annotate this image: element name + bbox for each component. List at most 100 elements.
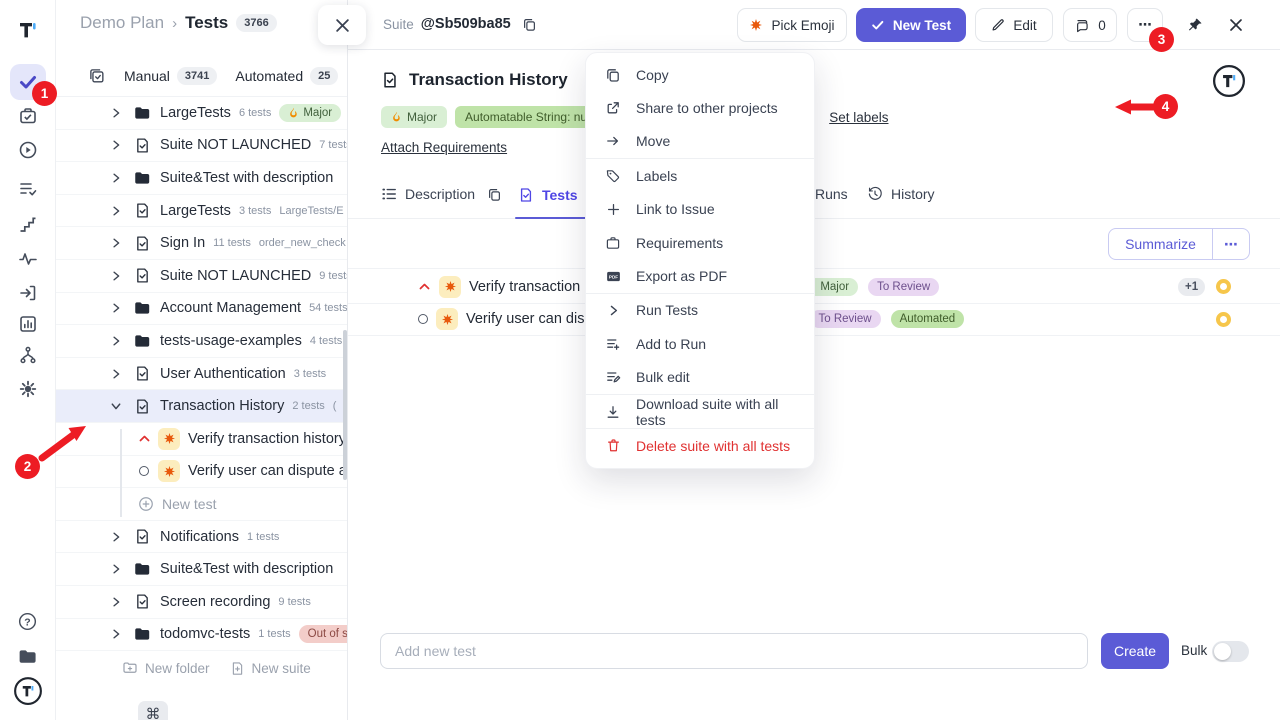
copy-suite-id-icon[interactable]	[522, 17, 537, 32]
suite-doc-icon	[132, 528, 152, 545]
label-major[interactable]: Major	[381, 106, 447, 128]
tree-item-todomvc-tests[interactable]: todomvc-tests 1 tests Out of scope	[56, 619, 348, 652]
tree-item-account-management[interactable]: Account Management 54 tests	[56, 293, 348, 326]
tab-automated[interactable]: Automated 25	[235, 67, 338, 85]
new-test-label: New test	[162, 496, 216, 512]
label-automatable[interactable]: Automatable String: null	[455, 106, 602, 128]
sidebar-scrollbar[interactable]	[343, 330, 347, 480]
menu-item-share[interactable]: Share to other projects	[586, 91, 814, 124]
tab-history[interactable]: History	[867, 186, 935, 202]
menu-item-link-to-issue[interactable]: Link to Issue	[586, 193, 814, 226]
close-panel-button[interactable]	[1222, 8, 1250, 42]
summarize-button[interactable]: Summarize	[1109, 229, 1213, 259]
chevron-right-icon[interactable]	[108, 270, 124, 282]
tree-item-notifications[interactable]: Notifications 1 tests	[56, 521, 348, 554]
tree-item-suite-not-launched-2[interactable]: Suite NOT LAUNCHED 9 tests	[56, 260, 348, 293]
tree-item-suite-test-description-2[interactable]: Suite&Test with description	[56, 553, 348, 586]
rail-steps-icon[interactable]	[10, 206, 46, 242]
rail-results-icon[interactable]	[10, 171, 46, 207]
attach-requirements-link[interactable]: Attach Requirements	[381, 140, 507, 155]
tab-manual[interactable]: Manual 3741	[124, 67, 217, 85]
chevron-right-icon[interactable]	[108, 237, 124, 249]
chevron-right-icon[interactable]	[108, 368, 124, 380]
pick-emoji-button[interactable]: Pick Emoji	[737, 8, 847, 42]
menu-item-run-tests[interactable]: Run Tests	[586, 294, 814, 327]
new-suite-button[interactable]: New suite	[230, 661, 311, 676]
sidebar-close-button[interactable]	[318, 5, 366, 45]
menu-item-bulk-edit[interactable]: Bulk edit	[586, 361, 814, 394]
doc-check-icon	[518, 187, 534, 203]
bulk-toggle[interactable]	[1212, 641, 1249, 662]
add-new-test-input[interactable]	[380, 633, 1088, 669]
comments-button[interactable]: 0	[1063, 8, 1117, 42]
new-test-item[interactable]: New test	[56, 488, 348, 521]
tree-item-path: order_new_check	[259, 237, 346, 249]
create-button[interactable]: Create	[1101, 633, 1169, 669]
tree-test-verify-history[interactable]: Verify transaction history updates in re…	[56, 423, 348, 456]
menu-item-copy[interactable]: Copy	[586, 58, 814, 91]
account-logo-icon[interactable]	[10, 673, 46, 709]
tree-item-screen-recording[interactable]: Screen recording 9 tests	[56, 586, 348, 619]
tree-item-suite-test-description[interactable]: Suite&Test with description	[56, 162, 348, 195]
chevron-right-icon[interactable]	[108, 302, 124, 314]
chevron-right-icon[interactable]	[108, 107, 124, 119]
tree-item-suite-not-launched[interactable]: Suite NOT LAUNCHED 7 tests	[56, 130, 348, 163]
chevron-right-icon[interactable]	[108, 335, 124, 347]
select-all-icon[interactable]	[88, 67, 106, 85]
projects-icon[interactable]	[10, 638, 46, 674]
menu-item-move[interactable]: Move	[586, 125, 814, 158]
tree-item-count: 11 tests	[213, 237, 251, 249]
menu-item-download-suite[interactable]: Download suite with all tests	[586, 395, 814, 428]
breadcrumb-project[interactable]: Demo Plan	[80, 13, 164, 33]
copy-description-icon[interactable]	[487, 187, 502, 202]
new-test-button[interactable]: New Test	[856, 8, 966, 42]
test-emoji-icon	[158, 428, 180, 450]
priority-dot-icon[interactable]	[1216, 312, 1231, 327]
tree-item-tests-usage-examples[interactable]: tests-usage-examples 4 tests	[56, 325, 348, 358]
rail-branches-icon[interactable]	[10, 337, 46, 373]
testomat-logo-avatar[interactable]	[1212, 64, 1246, 98]
command-palette-button[interactable]: ⌘	[138, 701, 168, 720]
tree-guide-line	[120, 429, 122, 517]
new-folder-button[interactable]: New folder	[122, 660, 210, 676]
chevron-right-icon[interactable]	[108, 596, 124, 608]
scope-badge: Out of scope	[299, 625, 348, 643]
tree-item-largetests-suite[interactable]: LargeTests 3 tests LargeTests/E	[56, 195, 348, 228]
chevron-right-icon[interactable]	[108, 139, 124, 151]
chevron-right-icon[interactable]	[108, 531, 124, 543]
chevron-right-icon[interactable]	[108, 205, 124, 217]
edit-button[interactable]: Edit	[975, 8, 1053, 42]
chevron-right-icon[interactable]	[108, 628, 124, 640]
menu-item-export-pdf[interactable]: PDF Export as PDF	[586, 259, 814, 292]
rail-analytics-icon[interactable]	[10, 240, 46, 276]
tree-test-verify-dispute[interactable]: Verify user can dispute a transaction	[56, 456, 348, 489]
app-logo[interactable]	[10, 12, 46, 48]
chevron-right-icon[interactable]	[108, 563, 124, 575]
folder-icon	[132, 104, 152, 122]
chevron-down-icon[interactable]	[108, 400, 124, 412]
tab-description[interactable]: Description	[381, 186, 502, 202]
icon-rail: ?	[0, 0, 56, 720]
set-labels-link[interactable]: Set labels	[829, 110, 888, 125]
menu-item-labels[interactable]: Labels	[586, 159, 814, 192]
menu-item-requirements[interactable]: Requirements	[586, 226, 814, 259]
menu-item-add-to-run[interactable]: Add to Run	[586, 327, 814, 360]
sidebar-footer: New folder New suite	[56, 660, 347, 676]
tree-item-transaction-history[interactable]: Transaction History 2 tests (	[56, 390, 348, 423]
more-labels-badge[interactable]: +1	[1178, 278, 1205, 296]
rail-runs-icon[interactable]	[10, 132, 46, 168]
pin-button[interactable]	[1181, 8, 1209, 42]
tree-item-sign-in[interactable]: Sign In 11 tests order_new_check	[56, 227, 348, 260]
help-icon[interactable]: ?	[10, 603, 46, 639]
tree-item-user-authentication[interactable]: User Authentication 3 tests	[56, 358, 348, 391]
rail-settings-icon[interactable]	[10, 371, 46, 407]
list-more-button[interactable]: ⋯	[1213, 229, 1249, 259]
chevron-right-icon[interactable]	[108, 172, 124, 184]
menu-item-delete-suite[interactable]: Delete suite with all tests	[586, 429, 814, 462]
file-plus-icon	[230, 661, 245, 676]
breadcrumb-section[interactable]: Tests	[185, 13, 228, 33]
tree-item-largetests-folder[interactable]: LargeTests 6 tests Major	[56, 97, 348, 130]
folder-icon	[132, 169, 152, 187]
priority-dot-icon[interactable]	[1216, 279, 1231, 294]
suite-topbar: Suite @Sb509ba85 Pick Emoji New Test Edi…	[348, 0, 1280, 50]
